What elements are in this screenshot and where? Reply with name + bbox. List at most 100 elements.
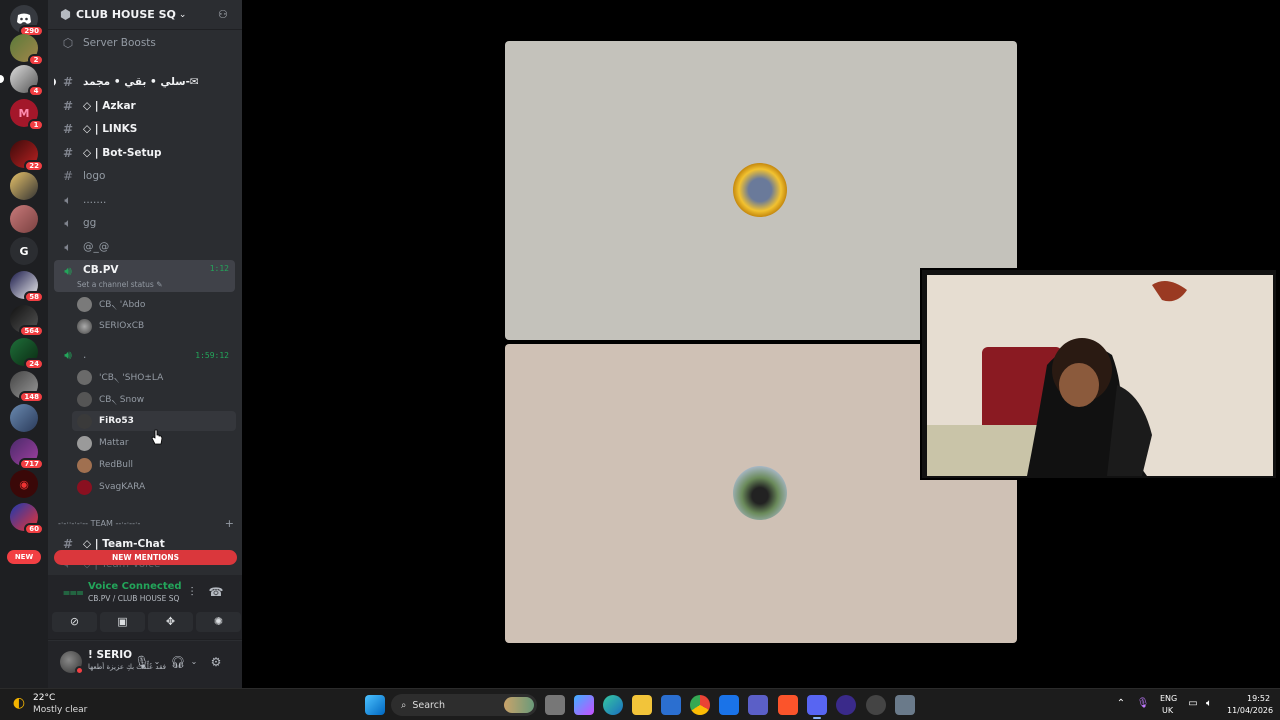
signal-icon[interactable]: ⩶ <box>63 584 84 600</box>
search-highlight-icon <box>504 697 534 713</box>
settings-app-icon[interactable] <box>895 695 915 715</box>
server-icon[interactable] <box>10 205 38 233</box>
microphone-icon[interactable]: 🎙︎ <box>134 654 150 670</box>
start-button-icon[interactable] <box>365 695 385 715</box>
channel-text[interactable]: # logo <box>54 165 235 187</box>
volume-icon[interactable]: 🔈︎ <box>1202 697 1216 711</box>
server-rail: 290 2 4 M1 22 G 58 564 24 148 717 ◉ 60 N… <box>0 0 48 688</box>
voice-member[interactable]: RedBull <box>72 455 236 475</box>
channel-text[interactable]: # ◇ | Azkar <box>54 95 235 117</box>
user-name[interactable]: ! SERIO <box>88 649 132 661</box>
server-header[interactable]: CLUB HOUSE SQ ⌄ ⚇ <box>48 0 242 30</box>
soundboard-button[interactable]: ✺ <box>196 612 241 632</box>
channel-label: سلي • بقي • مجمد-✉ <box>83 76 199 88</box>
network-icon[interactable]: ▭ <box>1186 697 1200 711</box>
server-icon[interactable]: 148 <box>10 371 44 403</box>
add-channel-icon[interactable]: + <box>225 517 234 530</box>
member-name: SvagKARA <box>99 482 146 492</box>
weather-temperature[interactable]: 22°C <box>33 693 55 703</box>
server-name: CLUB HOUSE SQ <box>76 8 176 21</box>
voice-member[interactable]: FiRo53 <box>72 411 236 431</box>
server-icon[interactable] <box>10 404 38 432</box>
mail-icon[interactable] <box>719 695 739 715</box>
server-icon[interactable]: 564 <box>10 305 44 337</box>
chevron-up-icon[interactable]: ⌃ <box>1114 697 1128 711</box>
participant-avatar <box>733 163 787 217</box>
new-servers-pill[interactable]: NEW <box>7 550 41 564</box>
add-member-icon[interactable]: ⚇ <box>218 8 232 22</box>
new-mentions-bar[interactable]: NEW MENTIONS <box>54 550 237 565</box>
avatar[interactable] <box>60 651 84 675</box>
server-icon[interactable]: 22 <box>10 140 44 172</box>
speaker-icon: 🔈︎ <box>64 215 72 230</box>
voice-member[interactable]: 'CB৲ 'SHO±LA <box>72 367 236 387</box>
unread-indicator <box>54 78 56 86</box>
discord-home-icon[interactable]: 290 <box>10 5 44 37</box>
clock-time[interactable]: 19:52 <box>1247 694 1270 703</box>
channel-voice[interactable]: 🔈︎ ....... <box>54 189 235 211</box>
edge-icon[interactable] <box>603 695 623 715</box>
weather-icon[interactable]: ◐ <box>12 696 26 710</box>
teams-icon[interactable] <box>748 695 768 715</box>
task-view-icon[interactable] <box>545 695 565 715</box>
headphones-icon[interactable]: 🎧︎ <box>170 654 186 670</box>
file-explorer-icon[interactable] <box>632 695 652 715</box>
weather-description[interactable]: Mostly clear <box>33 705 87 715</box>
microphone-tray-icon[interactable]: 🎙︎ <box>1136 697 1150 711</box>
voice-member[interactable]: SERIOxCB <box>72 316 236 336</box>
voice-member[interactable]: SvagKARA <box>72 477 236 497</box>
noise-suppression-icon[interactable]: ⫶ <box>184 584 200 600</box>
taskbar-search[interactable]: ⌕ Search <box>391 694 537 716</box>
channel-label: CB.PV <box>83 264 119 276</box>
channel-text[interactable]: # سلي • بقي • مجمد-✉ <box>54 71 235 93</box>
copilot-icon[interactable] <box>574 695 594 715</box>
server-icon[interactable]: 24 <box>10 338 44 370</box>
speaker-icon: 🔈︎ <box>64 192 72 207</box>
app-icon[interactable] <box>836 695 856 715</box>
voice-location[interactable]: CB.PV / CLUB HOUSE SQ <box>88 594 179 603</box>
discord-taskbar-icon[interactable] <box>807 695 827 715</box>
activities-button[interactable]: ✥ <box>148 612 193 632</box>
channel-voice[interactable]: 🔈︎ @_@ <box>54 236 235 258</box>
voice-channel[interactable]: 🔊︎ . 1:59:12 <box>54 344 235 366</box>
webcam-overlay <box>920 268 1278 480</box>
voice-member[interactable]: CB৲ Snow <box>72 389 236 409</box>
clock-date[interactable]: 11/04/2026 <box>1227 706 1273 715</box>
disconnect-icon[interactable]: ☎ <box>208 584 224 600</box>
server-icon-active[interactable]: 4 <box>0 65 44 97</box>
app-icon[interactable] <box>866 695 886 715</box>
settings-gear-icon[interactable]: ⚙ <box>208 654 224 670</box>
channel-status-placeholder[interactable]: Set a channel status ✎ <box>77 280 162 289</box>
voice-member[interactable]: CB৲ 'Abdo <box>72 294 236 314</box>
server-icon[interactable] <box>10 172 38 200</box>
server-icon[interactable]: 58 <box>10 271 44 303</box>
server-icon[interactable]: 60 <box>10 503 44 535</box>
channel-text[interactable]: # ◇ | Bot-Setup <box>54 142 235 164</box>
store-icon[interactable] <box>661 695 681 715</box>
member-name: CB৲ 'Abdo <box>99 299 146 310</box>
server-icon[interactable]: M1 <box>10 99 44 131</box>
channel-text[interactable]: # ◇ | LINKS <box>54 118 235 140</box>
language-indicator[interactable]: ENG <box>1160 694 1177 703</box>
channel-label: gg <box>83 217 97 229</box>
camera-off-button[interactable]: ⊘ <box>52 612 97 632</box>
chevron-down-icon[interactable]: ⌄ <box>186 654 202 670</box>
screen-share-button[interactable]: ▣ <box>100 612 145 632</box>
channel-voice[interactable]: 🔈︎ gg <box>54 212 235 234</box>
avatar <box>77 296 92 312</box>
server-icon[interactable]: 717 <box>10 438 44 470</box>
user-panel: ! SERIO فقد عُلِّقتُ بكِ عزيزة أطعها 🎙︎ … <box>48 641 242 688</box>
category-team[interactable]: -·-··-·-·-- TEAM --·-·--·- + <box>58 517 234 530</box>
voice-status[interactable]: Voice Connected <box>88 581 182 592</box>
keyboard-layout[interactable]: UK <box>1162 706 1173 715</box>
channel-label: ....... <box>83 194 107 206</box>
member-name: CB৲ Snow <box>99 394 145 405</box>
server-icon[interactable]: G <box>10 237 38 265</box>
server-icon[interactable]: ◉ <box>10 470 38 498</box>
server-boosts-link[interactable]: ⬡ Server Boosts <box>54 32 235 54</box>
brave-icon[interactable] <box>778 695 798 715</box>
chevron-down-icon[interactable]: ⌄ <box>149 654 165 670</box>
server-icon[interactable]: 2 <box>10 34 44 66</box>
chrome-icon[interactable] <box>690 695 710 715</box>
windows-taskbar: ◐ 22°C Mostly clear ⌕ Search ⌃ 🎙︎ ENG UK… <box>0 688 1280 720</box>
